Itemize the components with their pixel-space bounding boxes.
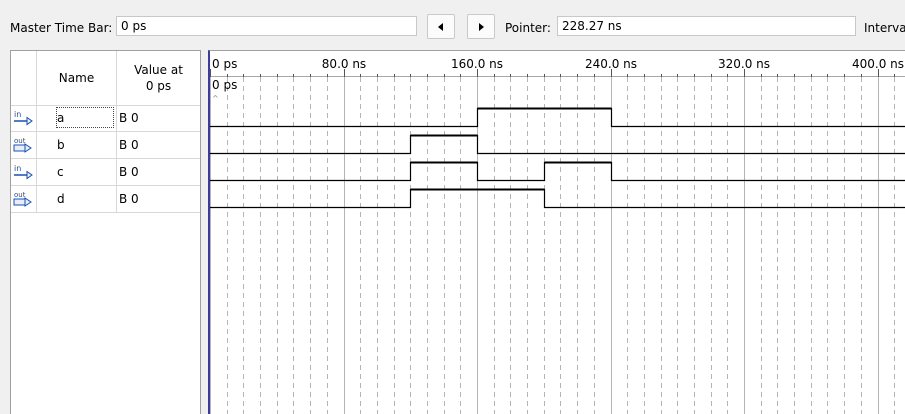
waveform-a <box>210 107 905 128</box>
triangle-left-icon <box>438 22 443 31</box>
triangle-right-icon <box>479 22 484 31</box>
signal-name: b <box>57 138 65 152</box>
waveform-d <box>210 188 905 209</box>
signal-value: B 0 <box>119 138 139 152</box>
waveform-b <box>210 134 905 155</box>
ruler-tick-label: 0 ps <box>212 57 237 71</box>
name-header-text: Name <box>58 71 95 85</box>
signal-list-panel: Name Value at 0 ps in a B 0 out b B 0 in <box>10 50 201 414</box>
ruler-tick-label: 320.0 ns <box>718 57 770 71</box>
signal-value: B 0 <box>119 192 139 206</box>
name-focus-box <box>56 107 114 128</box>
signal-row-a[interactable]: in a B 0 <box>11 105 200 132</box>
svg-text:in: in <box>14 164 21 173</box>
ruler-tick-label: 160.0 ns <box>451 57 503 71</box>
signal-list-header: Name Value at 0 ps <box>11 51 200 106</box>
pointer-label: Pointer: <box>505 21 551 35</box>
svg-text:out: out <box>14 191 26 199</box>
waveform-canvas[interactable]: 0 ps 80.0 ns 160.0 ns 240.0 ns 320.0 ns 400.0… <box>210 51 905 414</box>
signal-row-c[interactable]: in c B 0 <box>11 159 200 186</box>
value-header-line1: Value at <box>134 63 183 77</box>
previous-transition-button[interactable] <box>427 14 455 39</box>
next-transition-button[interactable] <box>467 14 495 39</box>
master-time-marker: 0 ps ^ <box>212 78 237 103</box>
signal-value: B 0 <box>119 111 139 125</box>
waveform-c <box>210 161 905 182</box>
pointer-field[interactable]: 228.27 ns <box>557 16 856 36</box>
signal-row-b[interactable]: out b B 0 <box>11 132 200 159</box>
value-column-header[interactable]: Value at 0 ps <box>117 51 200 105</box>
input-pin-icon: in <box>14 164 33 180</box>
svg-text:out: out <box>14 137 26 145</box>
waveforms <box>210 107 905 209</box>
ruler-tick-label: 400.0 ns <box>852 57 904 71</box>
signal-name: d <box>57 192 65 206</box>
ruler-tick-label: 240.0 ns <box>585 57 637 71</box>
signal-row-d[interactable]: out d B 0 <box>11 186 200 213</box>
value-header-line2: 0 ps <box>145 79 172 93</box>
signal-value: B 0 <box>119 165 139 179</box>
input-pin-icon: in <box>14 110 33 126</box>
master-time-flag-icon: ^ <box>212 94 219 103</box>
interval-label: Interva <box>864 21 905 35</box>
master-time-bar-field[interactable]: 0 ps <box>116 16 417 36</box>
panel-splitter[interactable] <box>201 50 208 414</box>
output-pin-icon: out <box>13 191 32 207</box>
svg-text:in: in <box>14 110 21 119</box>
output-pin-icon: out <box>13 137 32 153</box>
waveform-panel[interactable]: 0 ps 80.0 ns 160.0 ns 240.0 ns 320.0 ns 400.0… <box>208 50 905 414</box>
signal-name: c <box>57 165 64 179</box>
master-time-marker-label: 0 ps <box>212 78 237 92</box>
grid-lines <box>210 77 895 414</box>
name-column-header[interactable]: Name <box>37 51 116 105</box>
toolbar: Master Time Bar: 0 ps Pointer: 228.27 ns… <box>0 0 905 48</box>
signal-name: a <box>57 111 65 125</box>
master-time-bar-label: Master Time Bar: <box>10 21 113 35</box>
ruler-tick-label: 80.0 ns <box>322 57 366 71</box>
